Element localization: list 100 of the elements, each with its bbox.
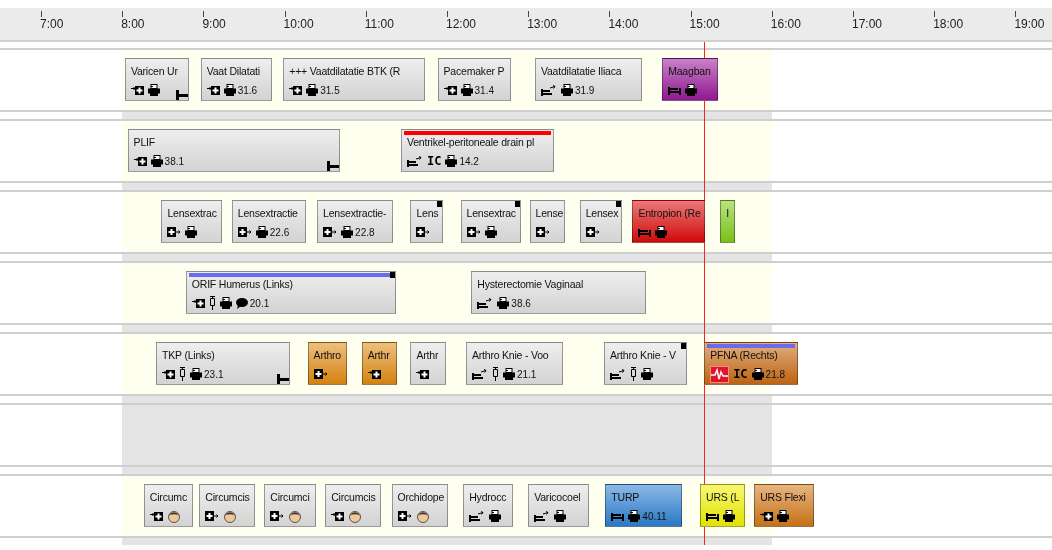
procedure-card[interactable]: URS Flexi (754, 484, 814, 527)
time-label: 13:00 (527, 17, 558, 31)
time-label: 12:00 (446, 17, 477, 31)
procedure-card[interactable]: Lense (529, 200, 565, 243)
time-label: 7:00 (40, 17, 64, 31)
procedure-title: Ventrikel-peritoneale drain pl (407, 135, 536, 149)
procedure-number: 38.6 (511, 297, 531, 309)
procedure-card[interactable]: Hydrocc (463, 484, 514, 527)
procedure-title: PLIF (133, 135, 156, 149)
procedure-card[interactable]: Lensextrac (460, 200, 522, 243)
procedure-title: Lensextrac (466, 206, 517, 220)
procedure-number: 23.1 (204, 368, 224, 380)
time-label: 11:00 (364, 17, 394, 31)
procedure-title: URS Flexi (760, 490, 807, 504)
procedure-title: Circumcis (331, 490, 377, 504)
procedure-card[interactable]: PFNA (Rechts) IC 21.8 (704, 342, 798, 385)
procedure-card[interactable]: Lens (410, 200, 443, 243)
procedure-card[interactable]: Lensextractie- 22.8 (317, 200, 393, 243)
procedure-card[interactable]: +++ Vaatdilatatie BTK (R 31.5 (283, 58, 426, 101)
procedure-card[interactable]: Lensex (579, 200, 622, 243)
procedure-title: Varicen Ur (130, 64, 179, 78)
procedure-title: Orchidope (397, 490, 446, 504)
procedure-title: TKP (Links) (162, 348, 216, 362)
procedure-title: Lensex (585, 206, 620, 220)
procedure-card[interactable]: Circumci (264, 484, 316, 527)
procedure-card[interactable]: Orchidope (391, 484, 449, 527)
time-label: 19:00 (1014, 17, 1045, 31)
procedure-card[interactable]: Circumcis (199, 484, 255, 527)
procedure-card[interactable]: Pacemaker P 31.4 (437, 58, 511, 101)
procedure-card[interactable]: Entropion (Re (632, 200, 706, 243)
procedure-card[interactable]: Vaat Dilatati 31.6 (200, 58, 273, 101)
time-label: 17:00 (852, 17, 883, 31)
procedure-number: 31.4 (474, 84, 494, 96)
procedure-title: Circumcis (205, 490, 251, 504)
procedure-title: I (726, 206, 731, 220)
procedure-number: 31.5 (320, 84, 340, 96)
procedure-number: 21.1 (516, 368, 537, 380)
procedure-card[interactable]: Circumc (143, 484, 193, 527)
procedure-title: Circumci (270, 490, 311, 504)
procedure-card[interactable]: Arthr (410, 342, 446, 385)
procedure-number: 14.2 (459, 155, 479, 167)
procedure-title: URS (L (706, 490, 741, 504)
time-label: 14:00 (608, 17, 639, 31)
ic-label: IC (733, 368, 748, 380)
procedure-card[interactable]: Arthr (361, 342, 397, 385)
procedure-title: Hydrocc (469, 490, 508, 504)
procedure-number: 22.6 (269, 226, 290, 238)
time-label: 9:00 (202, 17, 226, 31)
procedure-title: Lensextrac (167, 206, 218, 220)
procedure-card[interactable]: Vaatdilatatie Iliaca 31.9 (534, 58, 642, 101)
procedure-title: Pacemaker P (443, 64, 506, 78)
procedure-number: 40.11 (642, 510, 667, 522)
procedure-card[interactable]: Varicocoel (528, 484, 590, 527)
procedure-number: 20.1 (249, 297, 270, 309)
procedure-title: Lens (416, 206, 440, 220)
procedure-card[interactable]: Arthro Knie - Voo 21.1 (465, 342, 564, 385)
time-label: 16:00 (770, 17, 801, 31)
procedure-card[interactable]: Arthro Knie - V (604, 342, 687, 385)
procedure-number: 22.8 (355, 226, 375, 238)
procedure-card[interactable]: Circumcis (325, 484, 381, 527)
procedure-card[interactable]: Hysterectomie Vaginaal 38.6 (471, 271, 646, 314)
procedure-title: Lensextractie- (323, 206, 388, 220)
procedure-number: 38.1 (164, 155, 185, 167)
procedure-card[interactable]: Maagban (662, 58, 718, 101)
procedure-card[interactable]: Lensextrac (161, 200, 223, 243)
procedure-title: Lensextractie (237, 206, 299, 220)
procedure-title: +++ Vaatdilatatie BTK (R (289, 64, 402, 78)
procedure-card[interactable]: TKP (Links) 23.1 (156, 342, 290, 385)
procedure-title: Vaatdilatatie Iliaca (540, 64, 623, 78)
procedure-title: Maagban (668, 64, 712, 78)
procedure-card[interactable]: PLIF 38.1 (127, 129, 341, 172)
procedure-card[interactable]: URS (L (700, 484, 745, 527)
procedure-number: 31.6 (237, 84, 258, 96)
procedure-title: PFNA (Rechts) (710, 348, 779, 362)
procedure-title: Arthr (416, 348, 440, 362)
procedure-title: Arthr (367, 348, 391, 362)
procedure-card[interactable]: I (720, 200, 736, 243)
time-label: 8:00 (121, 17, 145, 31)
procedure-number: 31.9 (574, 84, 595, 96)
time-label: 18:00 (933, 17, 964, 31)
procedure-title: Arthro (313, 348, 342, 362)
procedure-card[interactable]: Varicen Ur (124, 58, 189, 101)
procedure-title: Entropion (Re (638, 206, 702, 220)
procedure-title: ORIF Humerus (Links) (191, 277, 294, 291)
time-label: 10:00 (283, 17, 314, 31)
procedure-card[interactable]: Ventrikel-peritoneale drain pl IC 14.2 (401, 129, 554, 172)
procedure-title: Vaat Dilatati (206, 64, 261, 78)
time-label: 15:00 (689, 17, 720, 31)
procedure-title: Hysterectomie Vaginaal (477, 277, 585, 291)
procedure-card[interactable]: Arthro (307, 342, 347, 385)
procedure-card[interactable]: Lensextractie 22.6 (231, 200, 307, 243)
procedure-card[interactable]: TURP 40.11 (605, 484, 683, 527)
procedure-number: 21.8 (765, 368, 786, 380)
ic-label: IC (427, 155, 442, 167)
procedure-card[interactable]: ORIF Humerus (Links) 20.1 (185, 271, 396, 314)
procedure-title: Arthro Knie - Voo (471, 348, 550, 362)
procedure-title: Lense (535, 206, 564, 220)
procedure-title: Varicocoel (534, 490, 582, 504)
procedure-title: Arthro Knie - V (610, 348, 677, 362)
procedure-title: Circumc (149, 490, 188, 504)
